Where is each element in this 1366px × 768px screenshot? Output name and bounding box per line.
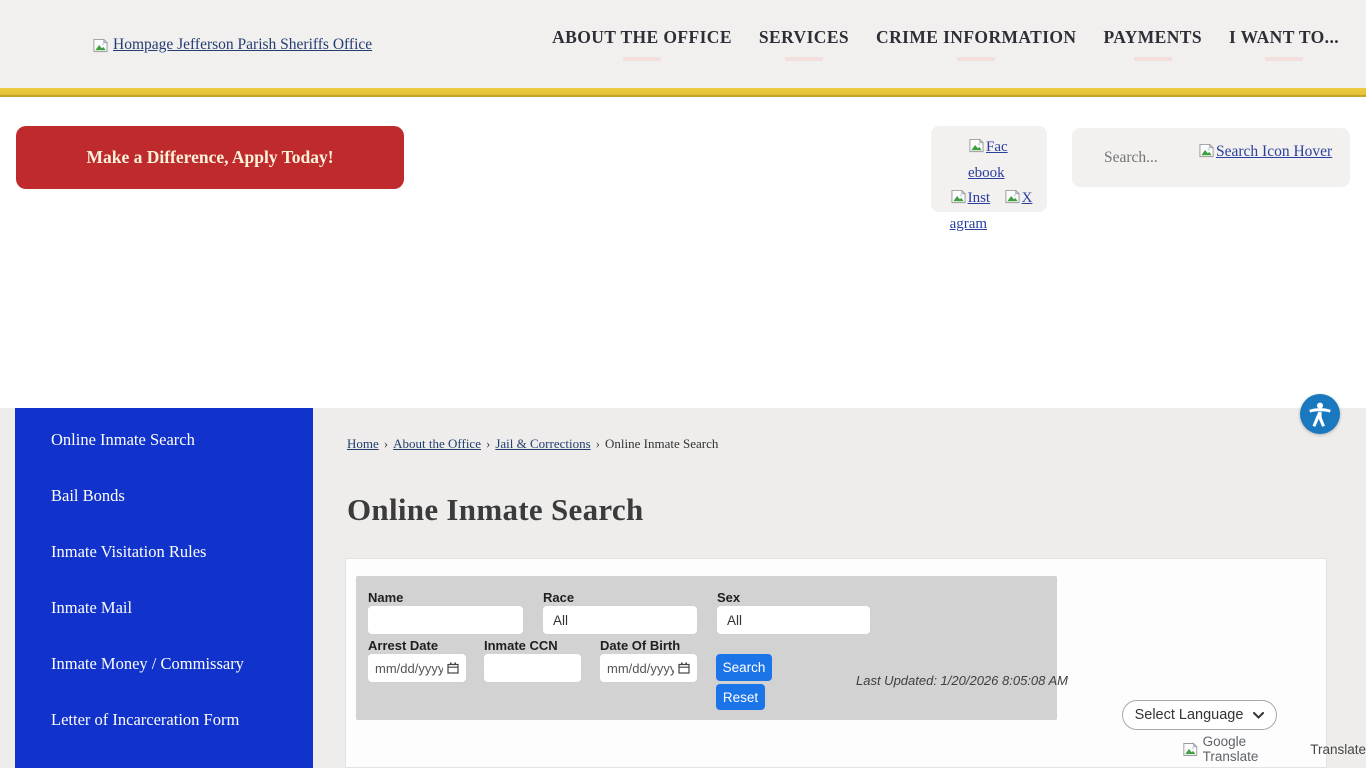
site-search-box: Search Icon Hover (1072, 128, 1350, 187)
sex-select[interactable]: All (717, 606, 870, 634)
page-title: Online Inmate Search (347, 492, 644, 528)
breadcrumb-separator: › (384, 436, 388, 451)
broken-image-icon (1004, 189, 1021, 204)
facebook-link[interactable]: Facebook (968, 135, 1014, 186)
yellow-divider (0, 88, 1366, 97)
sidebar-item-inmate-money-commissary[interactable]: Inmate Money / Commissary (51, 636, 313, 692)
breadcrumb-separator: › (596, 436, 600, 451)
breadcrumb-jail-corrections[interactable]: Jail & Corrections (495, 436, 590, 451)
sidebar-item-bail-bonds[interactable]: Bail Bonds (51, 468, 313, 524)
social-links-box: Facebook Instagram X (931, 126, 1047, 212)
sidebar-nav: Online Inmate Search Bail Bonds Inmate V… (15, 408, 313, 768)
sidebar-item-letter-of-incarceration[interactable]: Letter of Incarceration Form (51, 692, 313, 748)
arrest-date-label: Arrest Date (368, 638, 438, 653)
apply-today-button[interactable]: Make a Difference, Apply Today! (16, 126, 404, 189)
nav-underline (957, 57, 995, 61)
broken-image-icon (92, 38, 109, 53)
sidebar-item-inmate-mail[interactable]: Inmate Mail (51, 580, 313, 636)
nav-underline (1265, 57, 1303, 61)
breadcrumb: Home › About the Office › Jail & Corrections… (347, 436, 718, 452)
google-translate-widget[interactable]: Google Translate Translate (1182, 734, 1366, 764)
search-icon (1198, 143, 1215, 158)
x-twitter-link[interactable]: X (1004, 186, 1033, 237)
inmate-ccn-input[interactable] (484, 654, 581, 682)
race-label: Race (543, 590, 574, 605)
date-of-birth-label: Date Of Birth (600, 638, 680, 653)
sidebar-item-inmate-visitation-rules[interactable]: Inmate Visitation Rules (51, 524, 313, 580)
main-nav: ABOUT THE OFFICE SERVICES CRIME INFORMAT… (552, 0, 1339, 88)
nav-underline (785, 57, 823, 61)
sidebar-item-online-inmate-search[interactable]: Online Inmate Search (51, 412, 313, 468)
home-logo-link[interactable]: Hompage Jefferson Parish Sheriffs Office (92, 36, 372, 54)
breadcrumb-about-the-office[interactable]: About the Office (393, 436, 481, 451)
nav-item-payments[interactable]: PAYMENTS (1103, 27, 1202, 61)
calendar-icon[interactable] (678, 662, 690, 674)
race-select[interactable]: All (543, 606, 697, 634)
arrest-date-input[interactable]: mm/dd/yyyy (368, 654, 466, 682)
date-of-birth-input[interactable]: mm/dd/yyyy (600, 654, 697, 682)
google-translate-alt-text: Google Translate (1203, 734, 1304, 764)
nav-item-services[interactable]: SERVICES (759, 27, 849, 61)
breadcrumb-separator: › (486, 436, 490, 451)
inmate-search-form-panel (356, 576, 1057, 720)
reset-button[interactable]: Reset (716, 684, 765, 710)
site-header: Hompage Jefferson Parish Sheriffs Office… (0, 0, 1366, 88)
inmate-ccn-label: Inmate CCN (484, 638, 558, 653)
breadcrumb-current: Online Inmate Search (605, 436, 718, 451)
breadcrumb-home[interactable]: Home (347, 436, 379, 451)
calendar-icon[interactable] (447, 662, 459, 674)
google-translate-icon (1182, 742, 1199, 757)
broken-image-icon (950, 189, 967, 204)
search-button[interactable]: Search (716, 654, 772, 681)
translate-link[interactable]: Translate (1310, 742, 1366, 757)
nav-underline (623, 57, 661, 61)
nav-item-crime-information[interactable]: CRIME INFORMATION (876, 27, 1076, 61)
broken-image-icon (968, 138, 985, 153)
search-input[interactable] (1104, 149, 1190, 167)
nav-item-about-the-office[interactable]: ABOUT THE OFFICE (552, 27, 732, 61)
language-select[interactable]: Select Language (1122, 700, 1277, 730)
chevron-down-icon (1253, 712, 1264, 719)
name-label: Name (368, 590, 403, 605)
logo-alt-text: Hompage Jefferson Parish Sheriffs Office (113, 36, 372, 54)
nav-item-i-want-to[interactable]: I WANT TO... (1229, 27, 1339, 61)
last-updated-text: Last Updated: 1/20/2026 8:05:08 AM (856, 673, 1046, 688)
search-submit-link[interactable]: Search Icon Hover (1198, 143, 1332, 161)
name-input[interactable] (368, 606, 523, 634)
instagram-link[interactable]: Instagram (950, 186, 996, 237)
accessibility-widget-button[interactable] (1300, 394, 1340, 434)
accessibility-icon (1305, 399, 1335, 429)
nav-underline (1134, 57, 1172, 61)
sex-label: Sex (717, 590, 740, 605)
